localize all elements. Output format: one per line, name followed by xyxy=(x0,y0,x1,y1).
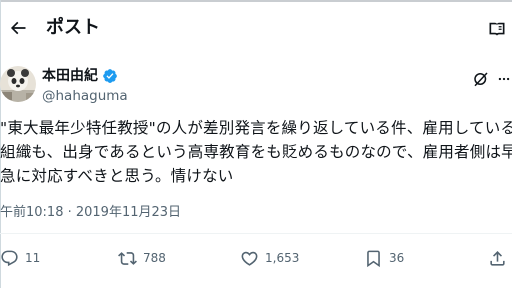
like-button[interactable]: 1,653 xyxy=(240,246,299,270)
action-bar: 11 788 1,653 36 xyxy=(0,246,512,270)
reply-count: 11 xyxy=(25,251,41,265)
avatar[interactable] xyxy=(0,66,36,102)
author-handle[interactable]: @hahaguma xyxy=(42,87,128,105)
author-name[interactable]: 本田由紀 xyxy=(42,66,98,86)
heart-icon xyxy=(241,251,258,266)
more-options-button[interactable] xyxy=(496,68,512,90)
retweet-button[interactable]: 788 xyxy=(118,246,166,270)
retweet-icon xyxy=(118,251,137,265)
back-button[interactable] xyxy=(4,14,32,42)
grok-button[interactable] xyxy=(470,68,492,90)
bookmark-button[interactable]: 36 xyxy=(364,246,404,270)
like-count: 1,653 xyxy=(265,251,300,265)
book-icon xyxy=(489,22,505,36)
tweet-timestamp[interactable]: 午前10:18 · 2019年11月23日 xyxy=(0,204,181,222)
reply-button[interactable]: 11 xyxy=(0,246,40,270)
bookmark-icon xyxy=(367,250,380,267)
author-name-row: 本田由紀 xyxy=(42,66,118,86)
more-dots-icon xyxy=(498,77,510,81)
bookmark-count: 36 xyxy=(389,251,405,265)
grok-icon xyxy=(474,72,488,87)
reader-button[interactable] xyxy=(484,16,510,42)
tweet-text: "東大最年少特任教授"の人が差別発言を繰り返している件、雇用している 組織も、出… xyxy=(0,116,512,188)
divider xyxy=(0,233,512,234)
page-title: ポスト xyxy=(46,17,100,38)
share-button[interactable] xyxy=(488,246,507,270)
tweet-text-line: 急に対応すべきと思う。情けない xyxy=(0,167,234,185)
avatar-image xyxy=(0,66,36,102)
tweet-text-line: "東大最年少特任教授"の人が差別発言を繰り返している件、雇用している xyxy=(0,119,512,137)
verified-badge-icon[interactable] xyxy=(102,68,118,84)
tweet-text-line: 組織も、出身であるという高専教育をも貶めるものなので、雇用者側は早 xyxy=(0,143,512,161)
retweet-count: 788 xyxy=(143,251,166,265)
reply-icon xyxy=(1,250,18,266)
arrow-left-icon xyxy=(10,21,26,35)
post-header: ポスト xyxy=(0,2,512,54)
share-icon xyxy=(490,250,505,266)
